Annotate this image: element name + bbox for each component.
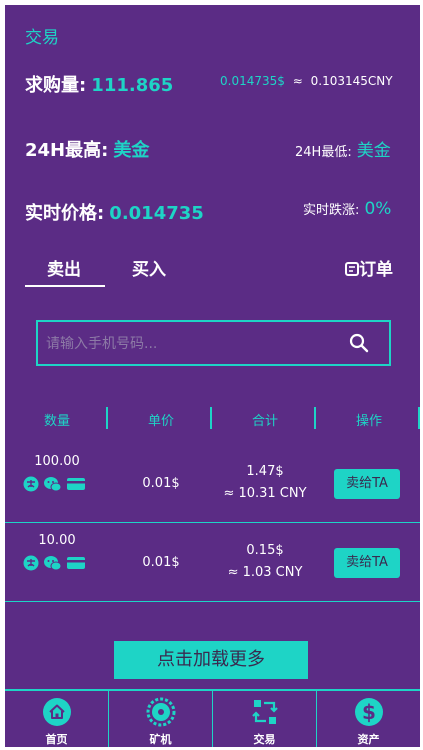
nav-label: 资产 [357,733,380,746]
realtime-change: 实时跌涨: 0% [303,199,391,219]
nav-miner[interactable]: 矿机 [109,691,212,747]
sell-to-button[interactable]: 卖给TA [334,548,400,578]
miner-icon [146,697,176,727]
orders-label: 订单 [359,260,393,280]
alipay-icon [23,555,39,571]
rate-cny: 0.103145CNY [310,74,393,88]
high-24h: 24H最高: 美金 [25,136,149,162]
nav-label: 交易 [253,733,276,746]
nav-label: 矿机 [149,733,172,746]
bottom-nav: 首页 矿机 交易 $ 资产 [5,689,420,747]
trade-tabs: 卖出 买入 订单 [25,255,405,291]
page-title: 交易 [25,28,59,48]
row-total-usd: 0.15$ [246,543,284,558]
dollar-icon: $ [355,698,383,726]
nav-home[interactable]: 首页 [5,691,108,747]
active-tab-indicator [25,285,105,287]
search-box [36,320,391,366]
order-list-icon [345,262,359,276]
row-price: 0.01$ [142,555,180,570]
realtime-change-value: 0% [364,199,392,219]
row-quantity: 100.00 [34,454,80,469]
svg-text:$: $ [362,700,376,724]
low-24h-value: 美金 [356,141,391,161]
trade-screen: 交易 求购量: 111.865 0.014735$ ≈ 0.103145CNY … [5,5,420,747]
table-row: 100.00 0.01$ 1.47$ ≈ 10.31 CNY 卖给TA [5,444,420,523]
load-more-button[interactable]: 点击加载更多 [114,641,308,679]
column-divider [418,407,420,429]
nav-label: 首页 [45,733,68,746]
exchange-rate: 0.014735$ ≈ 0.103145CNY [220,74,393,88]
realtime-change-label: 实时跌涨: [303,203,360,218]
realtime-price-value: 0.014735 [109,203,204,224]
column-divider [210,407,212,429]
realtime-price: 实时价格: 0.014735 [25,199,204,225]
payment-method-icons [23,476,85,492]
rate-usd: 0.014735$ [220,74,285,88]
exchange-icon [252,700,278,724]
wechat-icon [44,477,62,492]
low-24h: 24H最低: 美金 [295,136,391,161]
purchase-volume-label: 求购量: [25,75,87,96]
column-total: 合计 [251,414,278,429]
approx-sign: ≈ [292,74,303,88]
row-price: 0.01$ [142,476,180,491]
table-row: 10.00 0.01$ 0.15$ ≈ 1.03 CNY 卖给TA [5,523,420,602]
column-price: 单价 [147,414,174,429]
home-icon [43,698,71,726]
column-quantity: 数量 [43,414,70,429]
wechat-icon [44,556,62,571]
alipay-icon [23,476,39,492]
column-divider [314,407,316,429]
column-action: 操作 [355,414,382,429]
tab-sell[interactable]: 卖出 [47,255,81,280]
orders-link[interactable]: 订单 [345,255,393,280]
column-divider [106,407,108,429]
row-total-usd: 1.47$ [246,464,284,479]
phone-search-input[interactable] [44,332,338,356]
sell-to-button[interactable]: 卖给TA [334,469,400,499]
search-icon[interactable] [349,333,369,353]
payment-method-icons [23,555,85,571]
low-24h-label: 24H最低: [295,145,352,160]
row-total-cny: ≈ 1.03 CNY [227,565,303,580]
bank-card-icon [67,478,85,490]
nav-assets[interactable]: $ 资产 [317,691,420,747]
purchase-volume-value: 111.865 [91,75,174,96]
bank-card-icon [67,557,85,569]
row-total-cny: ≈ 10.31 CNY [223,486,307,501]
nav-exchange[interactable]: 交易 [213,691,316,747]
purchase-volume: 求购量: 111.865 [25,71,173,97]
high-24h-value: 美金 [113,140,150,161]
realtime-price-label: 实时价格: [25,203,105,224]
high-24h-label: 24H最高: [25,140,109,161]
row-quantity: 10.00 [38,533,76,548]
tab-buy[interactable]: 买入 [132,255,166,280]
